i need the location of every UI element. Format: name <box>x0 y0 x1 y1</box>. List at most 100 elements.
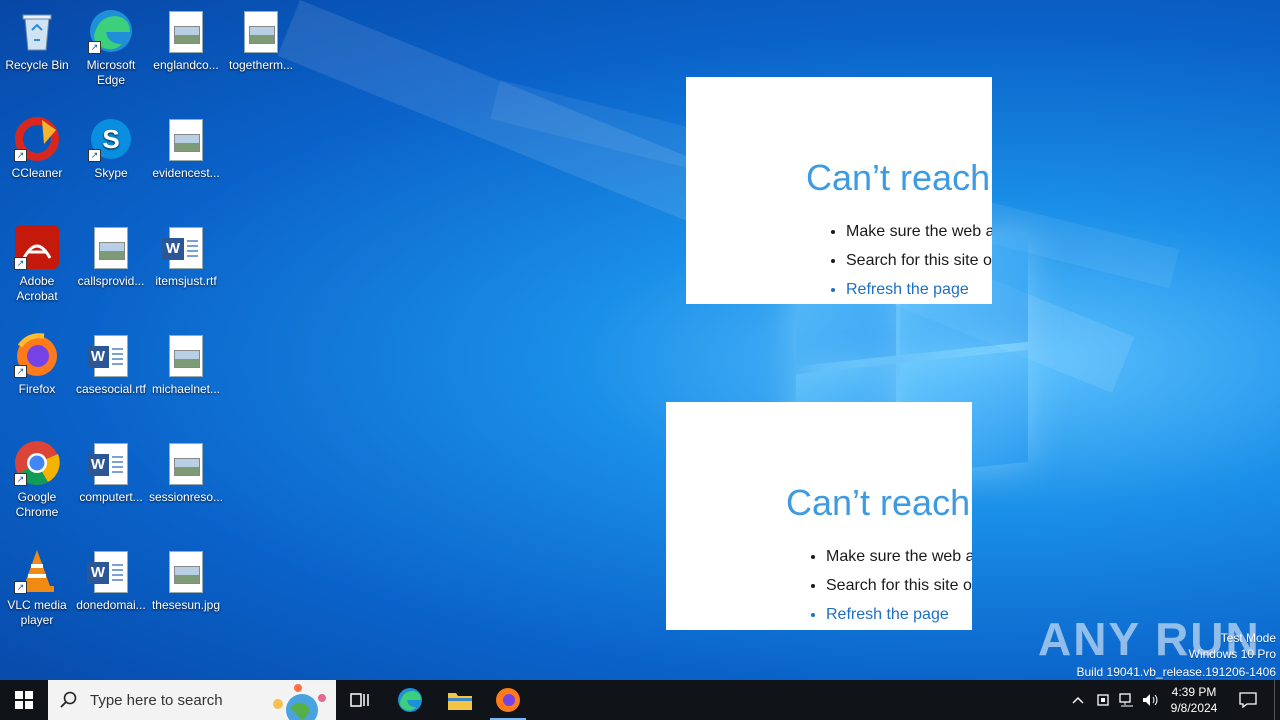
edge-icon <box>398 688 422 712</box>
desktop-icon-google-chrome[interactable]: ↗ Google Chrome <box>0 434 74 520</box>
desktop-icon-computert[interactable]: W computert... <box>74 434 148 505</box>
desktop-icon-togetherm[interactable]: togetherm... <box>224 2 298 73</box>
desktop-icon-evidencest[interactable]: evidencest... <box>149 110 223 181</box>
tray-device-icon-button[interactable] <box>1092 680 1114 720</box>
suggestion-search-site: Search for this site on <box>826 577 972 606</box>
windows-edition-label: Windows 10 Pro <box>1188 647 1276 661</box>
word-document-icon: W <box>87 332 134 378</box>
desktop-icon-casesocial[interactable]: W casesocial.rtf <box>74 326 148 397</box>
desktop-icon-firefox[interactable]: ↗ Firefox <box>0 326 74 397</box>
shortcut-arrow-icon: ↗ <box>14 365 27 378</box>
shortcut-arrow-icon: ↗ <box>14 581 27 594</box>
image-file-icon <box>163 548 209 594</box>
icon-label: sessionreso... <box>149 490 224 504</box>
test-mode-label: Test Mode <box>1220 631 1276 645</box>
taskbar-search-box[interactable]: Type here to search <box>48 680 336 720</box>
icon-label: callsprovid... <box>77 274 145 288</box>
image-file-icon <box>88 224 134 270</box>
search-highlight-globe-icon <box>273 684 326 720</box>
shortcut-arrow-icon: ↗ <box>14 149 27 162</box>
search-placeholder: Type here to search <box>90 691 223 709</box>
adobe-acrobat-icon: ↗ <box>14 224 60 270</box>
taskbar: Type here to search 4:39 PM 9/8/2024 <box>0 680 1280 720</box>
desktop-icon-ccleaner[interactable]: ↗ CCleaner <box>0 110 74 181</box>
suggestion-check-address: Make sure the web ad <box>826 548 972 577</box>
build-label: Build 19041.vb_release.191206-1406 <box>1076 665 1277 679</box>
refresh-page-link[interactable]: Refresh the page <box>826 606 972 630</box>
desktop-icon-adobe-acrobat[interactable]: ↗ Adobe Acrobat <box>0 218 74 304</box>
icon-label: Recycle Bin <box>5 58 69 72</box>
desktop-icon-thesesun[interactable]: thesesun.jpg <box>149 542 223 613</box>
icon-label: evidencest... <box>152 166 220 180</box>
show-desktop-button[interactable] <box>1274 680 1280 720</box>
search-icon <box>60 691 77 708</box>
error-suggestions: Make sure the web ad Search for this sit… <box>808 548 972 630</box>
desktop-icon-itemsjust[interactable]: W itemsjust.rtf <box>149 218 223 289</box>
refresh-page-link[interactable]: Refresh the page <box>846 281 992 304</box>
volume-button[interactable] <box>1140 680 1162 720</box>
task-view-button[interactable] <box>340 680 380 720</box>
desktop-icon-vlc[interactable]: ↗ VLC media player <box>0 542 74 628</box>
browser-error-window[interactable]: Can’t reach t Make sure the web ad Searc… <box>686 77 992 304</box>
taskbar-edge-button[interactable] <box>388 680 432 720</box>
shortcut-arrow-icon: ↗ <box>88 149 101 162</box>
show-hidden-icons-button[interactable] <box>1068 680 1088 720</box>
desktop-icon-sessionreso[interactable]: sessionreso... <box>149 434 223 505</box>
suggestion-check-address: Make sure the web ad <box>846 223 992 252</box>
icon-label: Microsoft Edge <box>86 58 136 87</box>
task-view-icon <box>350 693 369 707</box>
ccleaner-icon: ↗ <box>14 116 60 162</box>
desktop-icon-englandco[interactable]: englandco... <box>149 2 223 73</box>
desktop-icon-microsoft-edge[interactable]: ↗ Microsoft Edge <box>74 2 148 88</box>
taskbar-file-explorer-button[interactable] <box>438 680 482 720</box>
icon-label: togetherm... <box>228 58 294 72</box>
recycle-bin-icon <box>14 8 60 54</box>
shortcut-arrow-icon: ↗ <box>88 41 101 54</box>
clock-date: 9/8/2024 <box>1170 701 1218 715</box>
icon-label: michaelnet... <box>151 382 221 396</box>
device-icon <box>1097 694 1109 706</box>
word-document-icon: W <box>87 548 134 594</box>
image-file-icon <box>163 440 209 486</box>
image-file-icon <box>163 116 209 162</box>
windows-start-icon <box>15 691 33 709</box>
clock-button[interactable]: 4:39 PM 9/8/2024 <box>1164 684 1224 716</box>
browser-error-window[interactable]: Can’t reach t Make sure the web ad Searc… <box>666 402 972 630</box>
desktop-icon-recycle-bin[interactable]: Recycle Bin <box>0 2 74 73</box>
icon-label: englandco... <box>153 58 219 72</box>
icon-label: Google Chrome <box>15 490 59 519</box>
desktop-icon-skype[interactable]: S ↗ Skype <box>74 110 148 181</box>
start-button[interactable] <box>0 680 48 720</box>
icon-label: Skype <box>94 166 128 180</box>
desktop-icon-michaelnet[interactable]: michaelnet... <box>149 326 223 397</box>
network-icon <box>1119 693 1133 707</box>
image-file-icon <box>163 8 209 54</box>
network-button[interactable] <box>1116 680 1138 720</box>
folder-icon <box>448 693 472 710</box>
icon-label: itemsjust.rtf <box>155 274 217 288</box>
icon-label: donedomai... <box>76 598 146 612</box>
icon-label: VLC media player <box>7 598 67 627</box>
suggestion-search-site: Search for this site on <box>846 252 992 281</box>
icon-label: Firefox <box>18 382 56 396</box>
firefox-icon <box>496 688 520 712</box>
clock-time: 4:39 PM <box>1171 685 1217 699</box>
icon-label: computert... <box>79 490 143 504</box>
icon-label: casesocial.rtf <box>75 382 147 396</box>
firefox-icon: ↗ <box>14 332 60 378</box>
icon-label: Adobe Acrobat <box>16 274 58 303</box>
desktop-icon-donedomai[interactable]: W donedomai... <box>74 542 148 613</box>
image-file-icon <box>238 8 284 54</box>
error-suggestions: Make sure the web ad Search for this sit… <box>828 223 992 304</box>
speaker-icon <box>1143 694 1158 706</box>
action-center-button[interactable] <box>1232 680 1264 720</box>
error-title: Can’t reach t <box>786 482 972 523</box>
desktop-icon-callsprovid[interactable]: callsprovid... <box>74 218 148 289</box>
svg-text:S: S <box>102 124 119 154</box>
shortcut-arrow-icon: ↗ <box>14 257 27 270</box>
icon-label: CCleaner <box>11 166 63 180</box>
chrome-icon: ↗ <box>14 440 60 486</box>
image-file-icon <box>163 332 209 378</box>
shortcut-arrow-icon: ↗ <box>14 473 27 486</box>
taskbar-firefox-button[interactable] <box>486 680 530 720</box>
